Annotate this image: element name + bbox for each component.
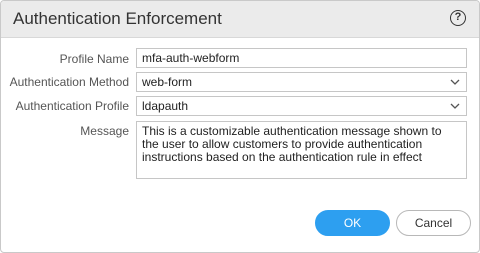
dialog-title-bar: Authentication Enforcement ? <box>1 1 479 38</box>
message-textarea[interactable]: This is a customizable authentication me… <box>136 121 467 179</box>
ok-button[interactable]: OK <box>315 210 390 236</box>
authentication-method-value: web-form <box>142 75 193 89</box>
profile-name-input[interactable] <box>136 48 467 68</box>
authentication-method-label: Authentication Method <box>9 75 129 89</box>
chevron-down-icon <box>450 103 460 109</box>
authentication-profile-label: Authentication Profile <box>15 99 129 113</box>
profile-name-label: Profile Name <box>59 52 129 66</box>
authentication-profile-select[interactable]: ldapauth <box>136 96 467 116</box>
authentication-enforcement-dialog: Authentication Enforcement ? Profile Nam… <box>0 0 480 253</box>
authentication-method-select[interactable]: web-form <box>136 72 467 92</box>
cancel-button[interactable]: Cancel <box>396 210 471 236</box>
authentication-profile-value: ldapauth <box>142 99 189 113</box>
help-icon[interactable]: ? <box>450 10 466 26</box>
message-label: Message <box>80 124 129 138</box>
chevron-down-icon <box>450 79 460 85</box>
dialog-title: Authentication Enforcement <box>13 9 222 28</box>
